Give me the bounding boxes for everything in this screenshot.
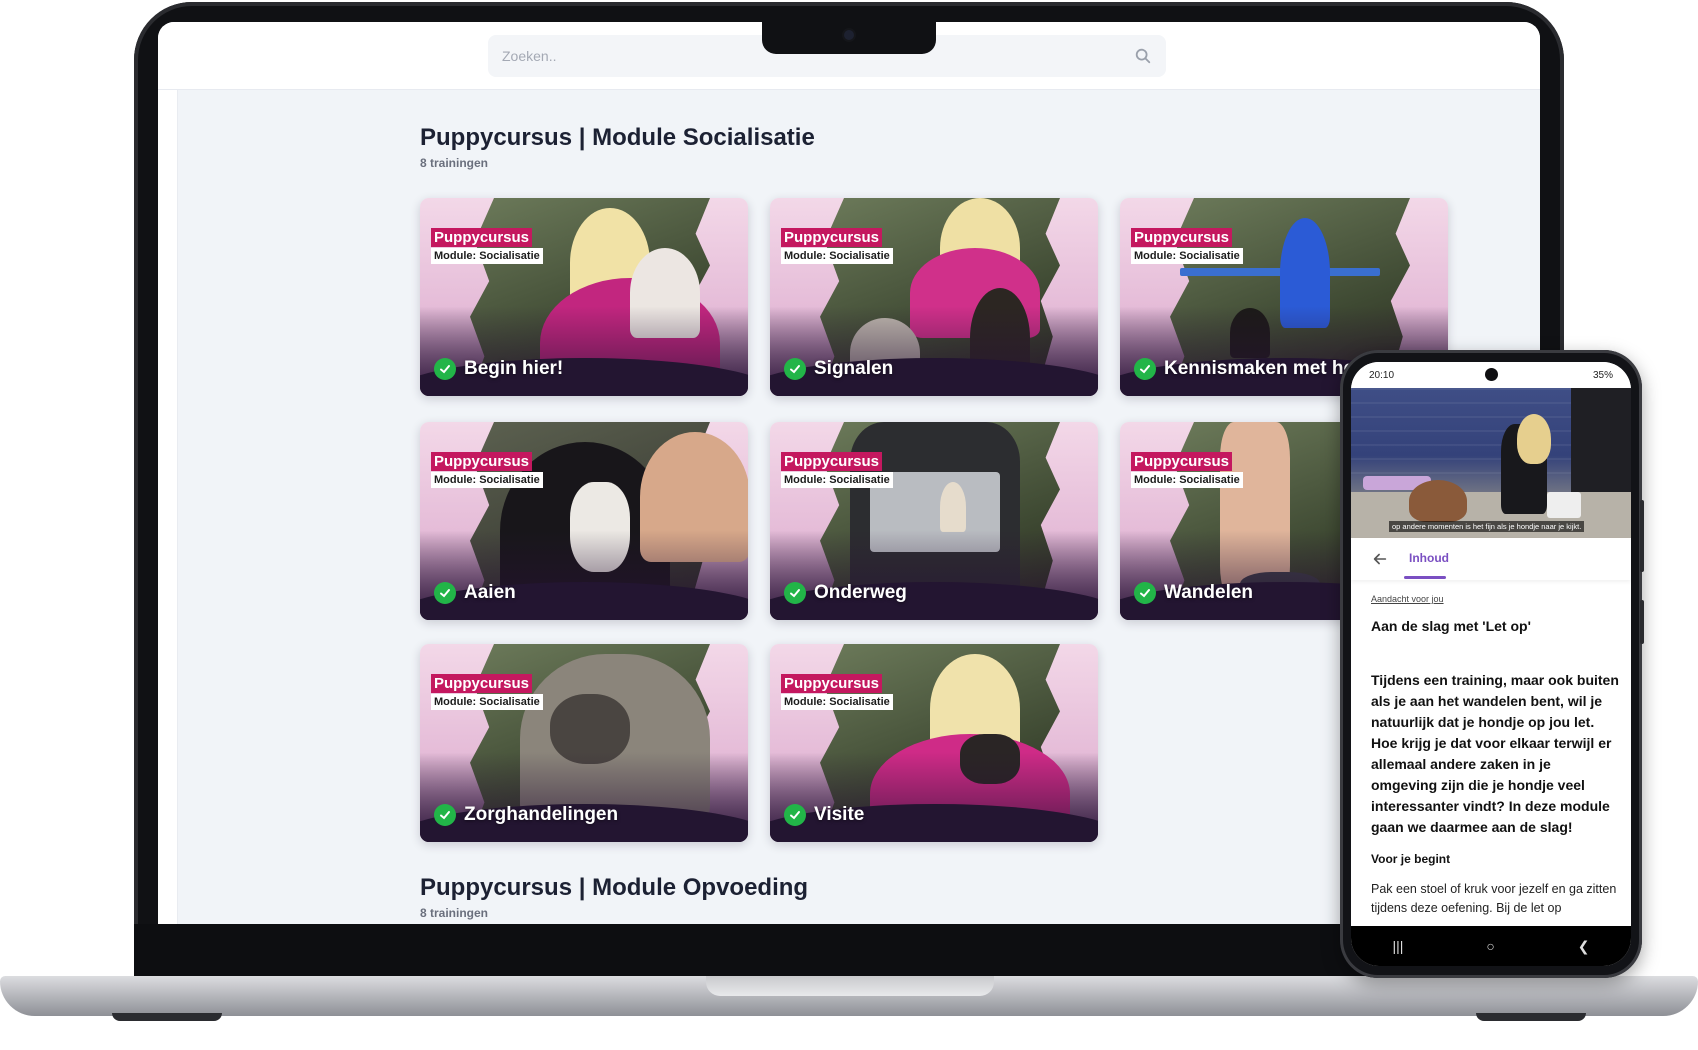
laptop-notch (762, 18, 936, 54)
card-title: Signalen (814, 358, 894, 379)
front-camera (1485, 368, 1498, 381)
phone-frame: 20:10 35% op andere momenten is het fijn… (1340, 350, 1642, 978)
training-card[interactable]: Puppycursus Module: Socialisatie Onderwe… (770, 422, 1098, 620)
card-module-tag: Module: Socialisatie (781, 694, 893, 710)
card-brand-tag: Puppycursus (781, 452, 883, 471)
status-battery: 35% (1592, 369, 1613, 381)
card-module-tag: Module: Socialisatie (1131, 248, 1243, 264)
back-icon[interactable]: ❮ (1578, 938, 1590, 955)
card-module-tag: Module: Socialisatie (781, 472, 893, 488)
video-player[interactable]: op andere momenten is het fijn als je ho… (1351, 388, 1631, 538)
sidebar-edge (158, 90, 178, 924)
section-title: Puppycursus | Module Socialisatie (420, 124, 815, 151)
check-icon (434, 582, 456, 604)
laptop-screen: Puppycursus | Module Socialisatie 8 trai… (158, 22, 1540, 924)
card-brand-tag: Puppycursus (431, 674, 533, 693)
check-icon (1134, 358, 1156, 380)
check-icon (784, 582, 806, 604)
tab-inhoud[interactable]: Inhoud (1409, 551, 1449, 565)
card-brand-tag: Puppycursus (431, 452, 533, 471)
training-card[interactable]: Puppycursus Module: Socialisatie Visite (770, 644, 1098, 842)
lesson-content: Aandacht voor jou Aan de slag met 'Let o… (1371, 594, 1619, 918)
card-module-tag: Module: Socialisatie (431, 472, 543, 488)
card-brand-tag: Puppycursus (1131, 452, 1233, 471)
card-title: Aaien (464, 582, 516, 603)
search-icon[interactable] (1134, 47, 1152, 65)
card-brand-tag: Puppycursus (781, 228, 883, 247)
check-icon (784, 358, 806, 380)
card-title: Wandelen (1164, 582, 1254, 603)
section-count: 8 trainingen (420, 906, 489, 920)
laptop-lip (706, 976, 994, 996)
training-card[interactable]: Puppycursus Module: Socialisatie Signale… (770, 198, 1098, 396)
card-module-tag: Module: Socialisatie (1131, 472, 1243, 488)
card-module-tag: Module: Socialisatie (431, 248, 543, 264)
tabs-row: Inhoud (1351, 538, 1631, 580)
phone-side-button (1640, 600, 1644, 644)
camera-icon (844, 30, 854, 40)
card-brand-tag: Puppycursus (431, 228, 533, 247)
tab-indicator (1404, 576, 1446, 579)
card-title: Visite (814, 804, 865, 825)
training-card[interactable]: Puppycursus Module: Socialisatie Aaien (420, 422, 748, 620)
check-icon (434, 358, 456, 380)
lesson-intro: Tijdens een training, maar ook buiten al… (1371, 672, 1619, 835)
section-title: Puppycursus | Module Opvoeding (420, 874, 809, 901)
back-arrow-icon[interactable] (1371, 550, 1389, 568)
card-module-tag: Module: Socialisatie (431, 694, 543, 710)
android-nav-bar: ||| ○ ❮ (1351, 926, 1631, 966)
card-title: Begin hier! (464, 358, 564, 379)
phone-side-button (1640, 500, 1644, 572)
lesson-body: Pak een stoel of kruk voor jezelf en ga … (1371, 882, 1617, 915)
phone-screen: 20:10 35% op andere momenten is het fijn… (1351, 362, 1631, 966)
lesson-subheading: Voor je begint (1371, 852, 1451, 866)
card-brand-tag: Puppycursus (1131, 228, 1233, 247)
card-module-tag: Module: Socialisatie (781, 248, 893, 264)
dog-figure (1409, 480, 1467, 522)
home-icon[interactable]: ○ (1486, 938, 1494, 954)
card-title: Onderweg (814, 582, 907, 603)
lesson-heading: Aan de slag met 'Let op' (1371, 618, 1531, 634)
card-title: Zorghandelingen (464, 804, 619, 825)
card-brand-tag: Puppycursus (781, 674, 883, 693)
status-time: 20:10 (1369, 369, 1395, 381)
training-card[interactable]: Puppycursus Module: Socialisatie Begin h… (420, 198, 748, 396)
training-card[interactable]: Puppycursus Module: Socialisatie Zorghan… (420, 644, 748, 842)
section-count: 8 trainingen (420, 156, 489, 170)
check-icon (784, 804, 806, 826)
check-icon (434, 804, 456, 826)
recents-icon[interactable]: ||| (1392, 938, 1403, 954)
attention-link[interactable]: Aandacht voor jou (1371, 594, 1619, 604)
video-subtitle: op andere momenten is het fijn als je ho… (1389, 521, 1585, 532)
check-icon (1134, 582, 1156, 604)
